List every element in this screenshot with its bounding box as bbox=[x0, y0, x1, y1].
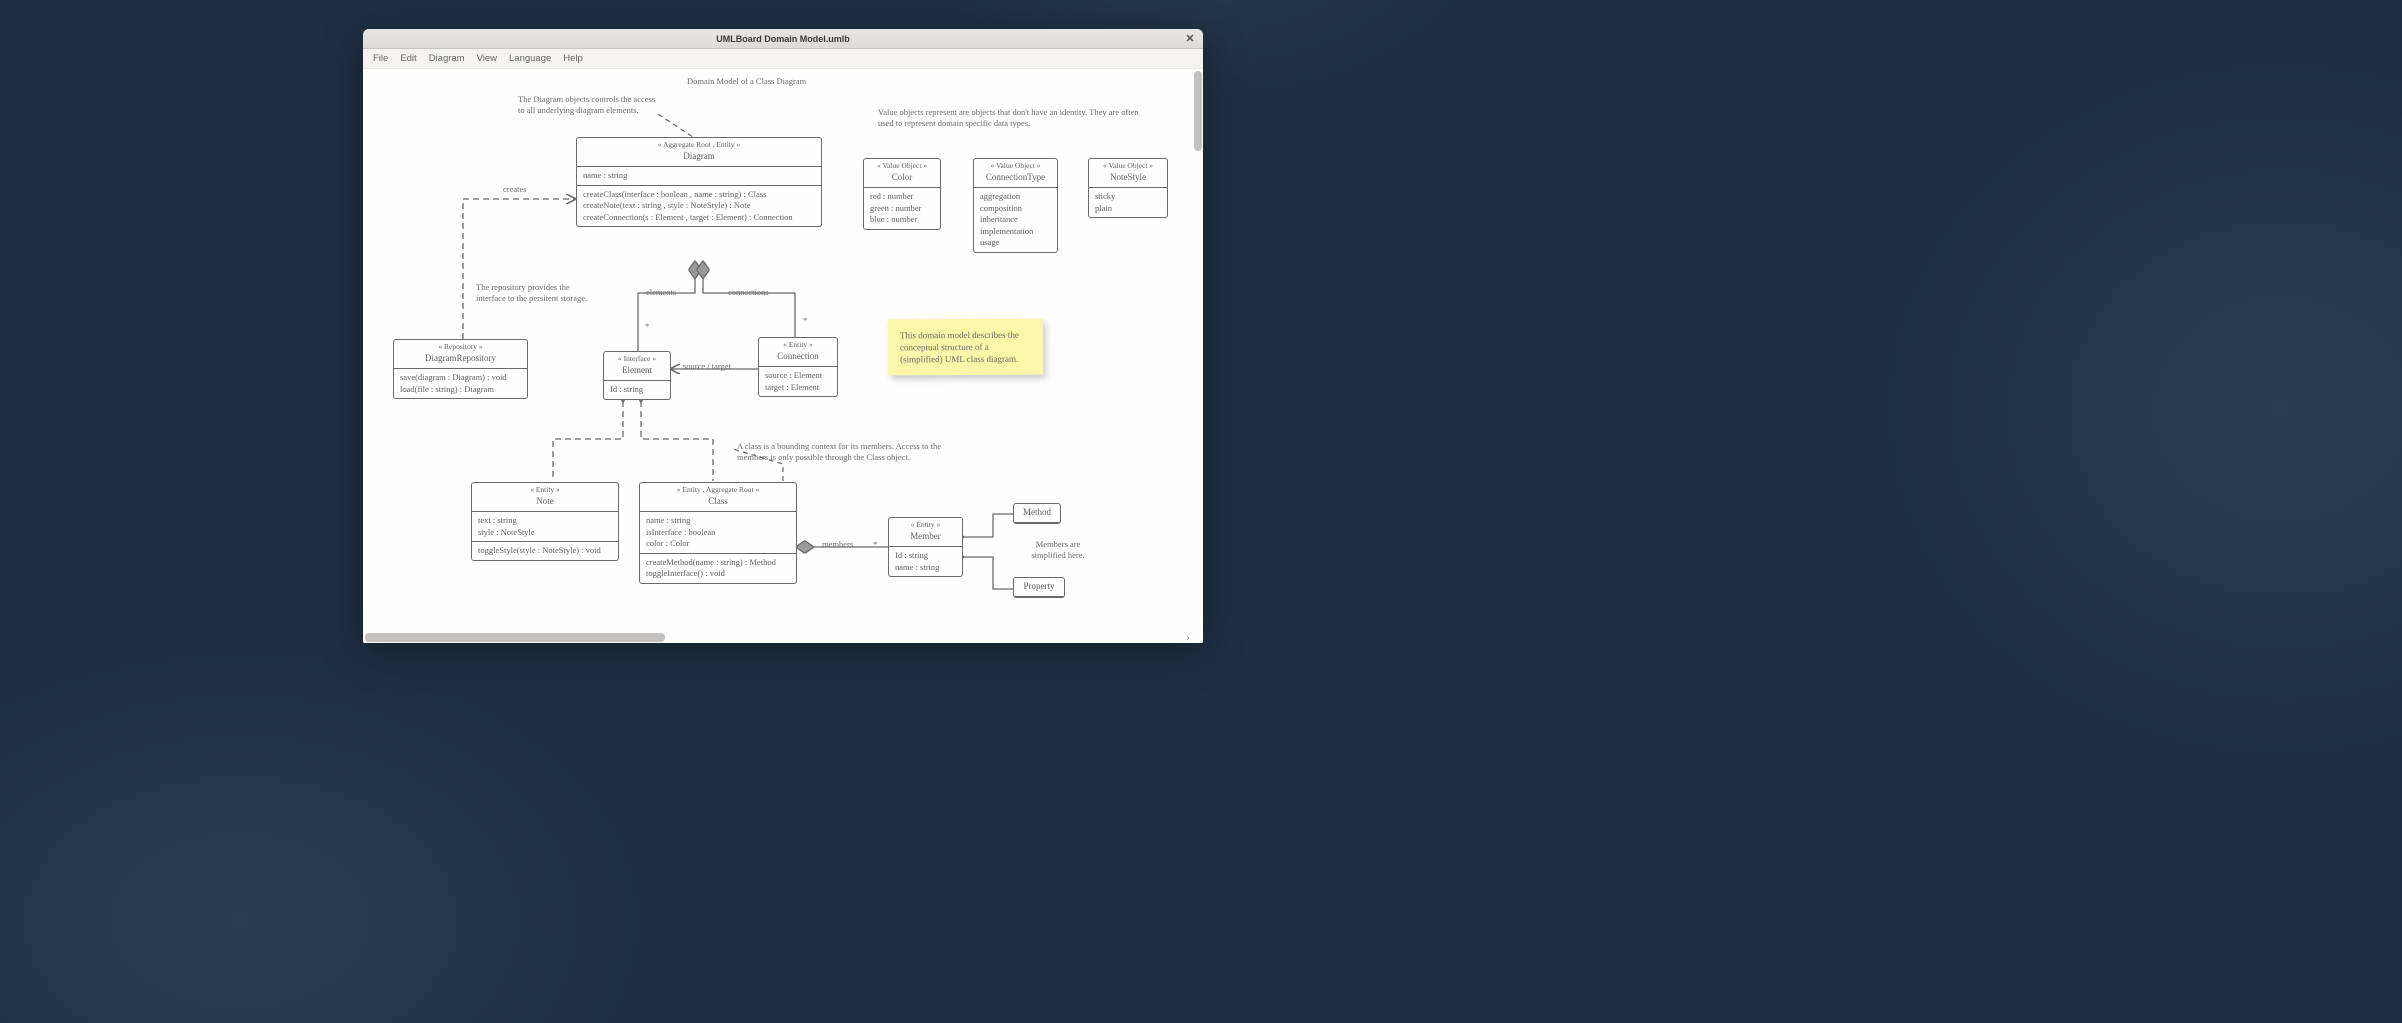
class-property[interactable]: Property bbox=[1013, 577, 1065, 598]
class-notestyle[interactable]: « Value Object »NoteStyle sticky plain bbox=[1088, 158, 1168, 218]
hscroll-thumb[interactable] bbox=[365, 633, 665, 642]
horizontal-scrollbar[interactable]: ‹ › bbox=[363, 631, 1193, 643]
menu-diagram[interactable]: Diagram bbox=[423, 53, 471, 64]
menu-language[interactable]: Language bbox=[503, 53, 557, 64]
class-member[interactable]: « Entity »Member Id : string name : stri… bbox=[888, 517, 963, 577]
menu-view[interactable]: View bbox=[471, 53, 503, 64]
label-star-elements: * bbox=[645, 321, 649, 332]
class-repository[interactable]: « Repository »DiagramRepository save(dia… bbox=[393, 339, 528, 399]
app-window: UMLBoard Domain Model.umlb ✕ File Edit D… bbox=[363, 29, 1203, 643]
class-note[interactable]: « Entity »Note text : string style : Not… bbox=[471, 482, 619, 561]
class-connectiontype[interactable]: « Value Object »ConnectionType aggregati… bbox=[973, 158, 1058, 253]
vscroll-thumb[interactable] bbox=[1194, 71, 1202, 151]
label-star-connections: * bbox=[803, 315, 807, 326]
label-elements: elements bbox=[646, 287, 676, 298]
note-value-objects: Value objects represent are objects that… bbox=[878, 107, 1148, 129]
note-class-bounding: A class is a bounding context for its me… bbox=[737, 441, 942, 463]
diagram-title: Domain Model of a Class Diagram bbox=[687, 76, 806, 87]
class-method[interactable]: Method bbox=[1013, 503, 1061, 524]
menu-file[interactable]: File bbox=[367, 53, 394, 64]
window-title: UMLBoard Domain Model.umlb bbox=[716, 34, 850, 44]
menubar: File Edit Diagram View Language Help bbox=[363, 49, 1203, 69]
class-color[interactable]: « Value Object »Color red : number green… bbox=[863, 158, 941, 230]
hscroll-right-icon[interactable]: › bbox=[1183, 633, 1193, 643]
vertical-scrollbar[interactable] bbox=[1193, 69, 1203, 629]
note-members-simplified: Members are simplified here. bbox=[1023, 539, 1093, 561]
class-diagram[interactable]: « Aggregate Root , Entity »Diagram name … bbox=[576, 137, 822, 227]
titlebar[interactable]: UMLBoard Domain Model.umlb ✕ bbox=[363, 29, 1203, 49]
class-connection[interactable]: « Entity »Connection source : Element ta… bbox=[758, 337, 838, 397]
menu-edit[interactable]: Edit bbox=[394, 53, 422, 64]
class-class[interactable]: « Entity , Aggregate Root »Class name : … bbox=[639, 482, 797, 584]
label-members: members bbox=[822, 539, 853, 550]
note-diagram-controls: The Diagram objects controls the access … bbox=[518, 94, 663, 116]
label-creates: creates bbox=[503, 184, 527, 195]
label-source-target: source / target bbox=[683, 361, 731, 372]
close-icon[interactable]: ✕ bbox=[1183, 32, 1197, 46]
class-element[interactable]: « Interface »Element Id : string bbox=[603, 351, 671, 400]
sticky-note[interactable]: This domain model describes the conceptu… bbox=[888, 319, 1043, 376]
diagram-canvas[interactable]: Domain Model of a Class Diagram The Diag… bbox=[363, 69, 1203, 643]
label-connections: connections bbox=[728, 287, 769, 298]
note-repository: The repository provides the interface to… bbox=[476, 282, 596, 304]
menu-help[interactable]: Help bbox=[557, 53, 589, 64]
label-star-members: * bbox=[873, 539, 877, 550]
